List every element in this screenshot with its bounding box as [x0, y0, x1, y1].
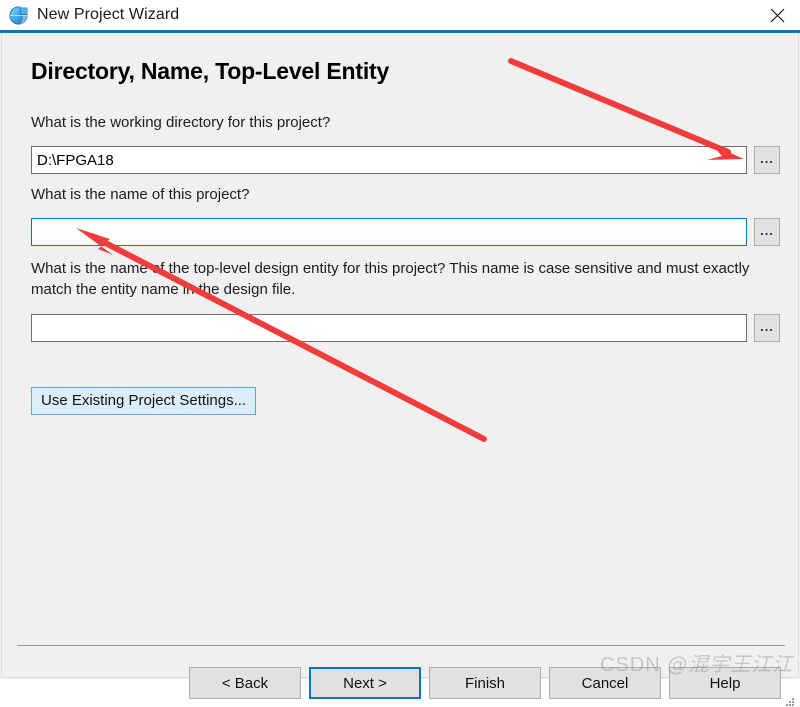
watermark-prefix: CSDN — [600, 654, 661, 676]
working-directory-browse-button[interactable]: ... — [754, 146, 780, 174]
close-icon[interactable] — [754, 0, 800, 30]
back-button[interactable]: < Back — [189, 667, 301, 699]
watermark: CSDN @混宇王江江 — [600, 648, 793, 677]
project-name-label: What is the name of this project? — [31, 186, 249, 203]
ellipsis-icon: ... — [760, 155, 774, 163]
top-level-entity-browse-button[interactable]: ... — [754, 314, 780, 342]
window-title: New Project Wizard — [37, 6, 179, 24]
next-button[interactable]: Next > — [309, 667, 421, 699]
quartus-globe-icon — [8, 4, 30, 26]
project-name-browse-button[interactable]: ... — [754, 218, 780, 246]
new-project-wizard-dialog: New Project Wizard Directory, Name, Top-… — [0, 0, 800, 679]
dialog-content: Directory, Name, Top-Level Entity What i… — [1, 33, 799, 678]
use-existing-project-settings-button[interactable]: Use Existing Project Settings... — [31, 387, 256, 415]
watermark-handle: @混宇王江江 — [667, 652, 793, 676]
top-level-entity-input[interactable] — [31, 314, 747, 342]
top-level-entity-label: What is the name of the top-level design… — [31, 258, 766, 300]
working-directory-input[interactable] — [31, 146, 747, 174]
footer-separator — [17, 645, 785, 646]
ellipsis-icon: ... — [760, 227, 774, 235]
project-name-input[interactable] — [31, 218, 747, 246]
ellipsis-icon: ... — [760, 323, 774, 331]
finish-button[interactable]: Finish — [429, 667, 541, 699]
resize-grip[interactable] — [786, 698, 795, 707]
page-title: Directory, Name, Top-Level Entity — [31, 58, 389, 85]
title-bar: New Project Wizard — [0, 0, 800, 30]
working-directory-label: What is the working directory for this p… — [31, 114, 330, 131]
